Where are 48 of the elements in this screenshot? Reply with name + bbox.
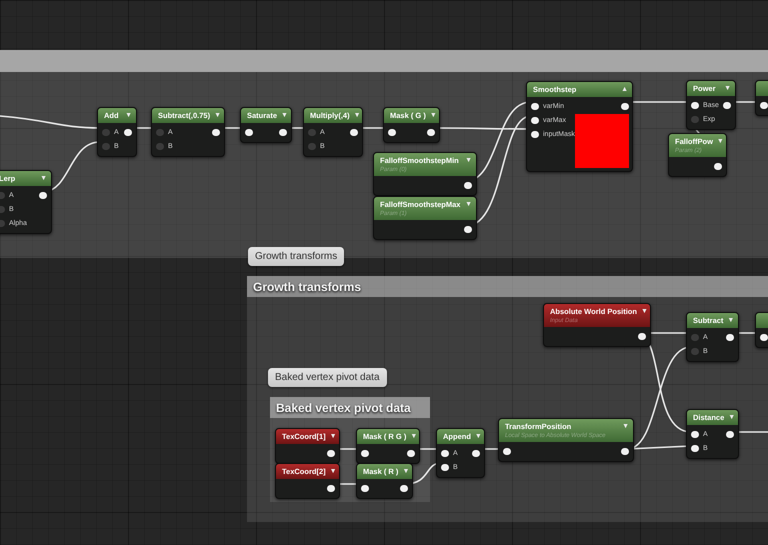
input-pin[interactable] [691, 334, 699, 340]
input-pin[interactable] [691, 444, 699, 452]
output-pin[interactable] [621, 448, 629, 454]
output-pin[interactable] [714, 162, 722, 170]
comment-bubble: Baked vertex pivot data [268, 368, 387, 387]
output-pin[interactable] [723, 102, 731, 108]
input-pin[interactable] [361, 484, 369, 492]
input-pin[interactable] [691, 348, 699, 354]
output-pin[interactable] [638, 332, 646, 340]
input-pin[interactable] [503, 448, 511, 454]
output-pin[interactable] [327, 450, 335, 456]
output-pin[interactable] [124, 128, 132, 136]
output-pin[interactable] [726, 430, 734, 438]
output-pin[interactable] [327, 484, 335, 492]
input-pin[interactable] [531, 116, 539, 124]
output-pin[interactable] [464, 182, 472, 188]
input-pin[interactable] [691, 116, 699, 122]
output-pin[interactable] [279, 128, 287, 136]
comment-title: Growth transforms [253, 280, 362, 294]
input-pin[interactable] [245, 128, 253, 136]
input-pin[interactable] [361, 450, 369, 456]
input-pin[interactable] [760, 334, 768, 340]
input-pin[interactable] [441, 464, 449, 470]
output-pin[interactable] [620, 102, 629, 110]
input-pin[interactable] [691, 102, 699, 108]
output-pin[interactable] [212, 128, 220, 136]
input-pin[interactable] [441, 450, 449, 456]
input-pin[interactable] [388, 128, 396, 136]
comment-bubble: Growth transforms [248, 247, 344, 266]
input-pin[interactable] [308, 128, 316, 136]
output-pin[interactable] [350, 128, 358, 136]
output-pin[interactable] [472, 450, 480, 456]
input-pin[interactable] [691, 430, 699, 438]
input-pin[interactable] [156, 128, 164, 136]
input-pin[interactable] [156, 142, 164, 150]
input-pin[interactable] [308, 142, 316, 150]
comment-title: Baked vertex pivot data [276, 400, 411, 414]
input-pin[interactable] [102, 142, 110, 150]
input-pin[interactable] [531, 130, 539, 138]
output-pin[interactable] [427, 128, 435, 136]
output-pin[interactable] [464, 226, 472, 232]
input-pin[interactable] [531, 102, 539, 110]
output-pin[interactable] [407, 450, 415, 456]
output-pin[interactable] [726, 334, 734, 340]
output-pin[interactable] [39, 192, 47, 198]
input-pin[interactable] [102, 128, 110, 136]
output-pin[interactable] [400, 484, 408, 492]
input-pin[interactable] [760, 102, 768, 108]
